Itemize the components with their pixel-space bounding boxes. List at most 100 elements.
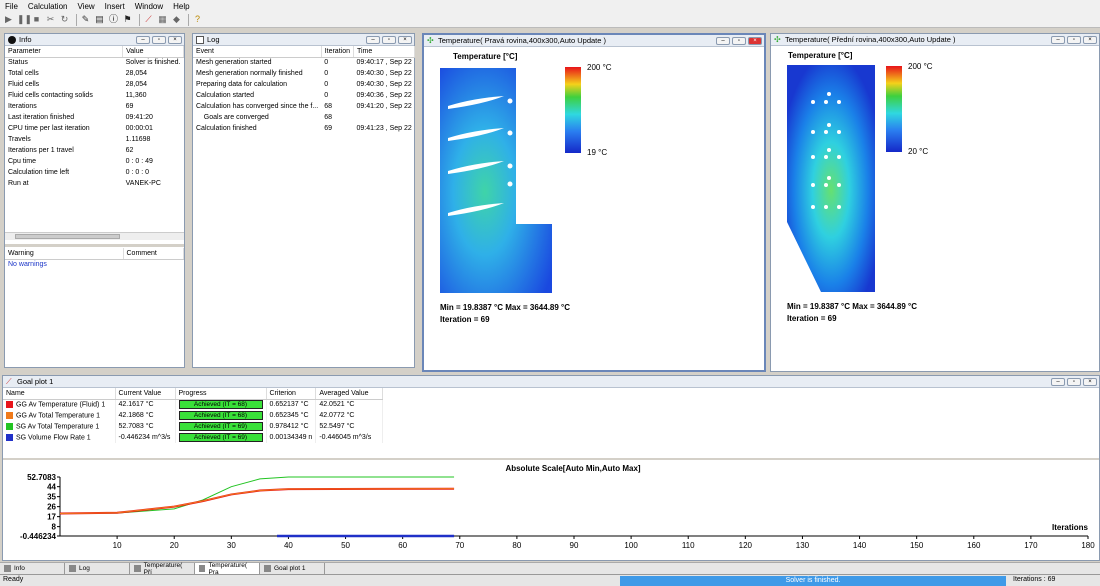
info-row[interactable]: Travels 1.11698 xyxy=(5,134,184,145)
close-button[interactable]: × xyxy=(1083,378,1097,386)
menu-calculation[interactable]: Calculation xyxy=(23,2,73,11)
col-warning[interactable]: Warning xyxy=(5,248,124,260)
info-row[interactable]: Fluid cells contacting solids 11,360 xyxy=(5,90,184,101)
info-row[interactable]: CPU time per last iteration 00:00:01 xyxy=(5,123,184,134)
col-iteration[interactable]: Iteration xyxy=(321,46,354,58)
goal-row[interactable]: GG Av Total Temperature 1 42.1868 °C Achie… xyxy=(3,410,383,421)
minimize-button[interactable]: – xyxy=(366,36,380,44)
col-current-value[interactable]: Current Value xyxy=(115,388,176,400)
close-button[interactable]: × xyxy=(398,36,412,44)
col-parameter[interactable]: Parameter xyxy=(5,46,124,58)
tab-3[interactable]: Temperature( Pra xyxy=(195,562,260,576)
stop-icon[interactable]: ■ xyxy=(31,14,42,25)
restore-button[interactable]: ▫ xyxy=(732,37,746,45)
menu-window[interactable]: Window xyxy=(130,2,168,11)
info-parameter: Last iteration finished xyxy=(8,114,75,121)
col-name[interactable]: Name xyxy=(3,388,116,400)
progress-bar: Achieved (IT = 68) xyxy=(178,400,263,410)
log-row[interactable]: Mesh generation normally finished 0 09:40:… xyxy=(193,68,415,79)
col-criterion[interactable]: Criterion xyxy=(266,388,317,400)
info-row[interactable]: Iterations per 1 travel 62 xyxy=(5,145,184,156)
flag-icon[interactable]: ⚑ xyxy=(122,14,133,25)
col-event[interactable]: Event xyxy=(193,46,322,58)
info-row[interactable]: Fluid cells 28,054 xyxy=(5,79,184,90)
series-line-2 xyxy=(59,488,455,515)
menu-file[interactable]: File xyxy=(0,2,23,11)
close-button[interactable]: × xyxy=(1083,36,1097,44)
info-parameter: Travels xyxy=(8,136,31,143)
menu-insert[interactable]: Insert xyxy=(100,2,130,11)
run-icon[interactable]: ▶ xyxy=(3,14,14,25)
x-tick-label: 90 xyxy=(570,541,579,550)
restore-button[interactable]: ▫ xyxy=(1067,36,1081,44)
log-row[interactable]: Goals are converged 68 xyxy=(193,112,415,123)
goal-averaged-value: 42.0521 °C xyxy=(315,399,383,410)
minimize-button[interactable]: – xyxy=(136,36,150,44)
y-tick-label: 8 xyxy=(52,523,57,532)
col-comment[interactable]: Comment xyxy=(123,248,184,260)
goal-row[interactable]: GG Av Temperature (Fluid) 1 42.1617 °C Ach… xyxy=(3,399,383,410)
restore-button[interactable]: ▫ xyxy=(1067,378,1081,386)
col-progress[interactable]: Progress xyxy=(175,388,267,400)
toolbar: ▶ ❚❚ ■ ✂ ↻ ✎ ▤ ⓘ ⚑ ⟋ ▦ ◆ ? xyxy=(0,12,1100,28)
minimize-button[interactable]: – xyxy=(1051,378,1065,386)
tab-1[interactable]: Log xyxy=(65,563,130,574)
log-row[interactable]: Preparing data for calculation 0 09:40:30 … xyxy=(193,79,415,90)
minimize-button[interactable]: – xyxy=(716,37,730,45)
menu-view[interactable]: View xyxy=(72,2,99,11)
pause-icon[interactable]: ❚❚ xyxy=(17,14,32,25)
goal-row[interactable]: SG Volume Flow Rate 1 -0.446234 m^3/s Achi… xyxy=(3,432,383,443)
progress-bar: Achieved (IT = 69) xyxy=(178,422,263,431)
log-row[interactable]: Calculation has converged since the f...… xyxy=(193,101,415,112)
col-averaged-value[interactable]: Averaged Value xyxy=(315,388,383,400)
info-scrollbar[interactable] xyxy=(5,232,184,240)
log-time: 09:40:17 , Sep 22 xyxy=(356,59,412,67)
col-value[interactable]: Value xyxy=(122,46,184,58)
restore-button[interactable]: ▫ xyxy=(382,36,396,44)
info-value: 0 : 0 : 49 xyxy=(125,158,153,165)
info-row[interactable]: Cpu time 0 : 0 : 49 xyxy=(5,156,184,167)
chart-title: Absolute Scale[Auto Min,Auto Max] xyxy=(505,464,640,473)
close-button[interactable]: × xyxy=(748,37,762,45)
tools-icon[interactable]: ✂ xyxy=(45,14,56,25)
info-value: 0 : 0 : 0 xyxy=(125,169,149,176)
info-row[interactable]: Run at VANEK-PC xyxy=(5,178,184,189)
goal-title: Goal plot 1 xyxy=(17,377,54,386)
log-row[interactable]: Mesh generation started 0 09:40:17 , Sep 2… xyxy=(193,57,415,68)
log-row[interactable]: Calculation finished 69 09:41:23 , Sep 22 xyxy=(193,123,415,134)
log-table: Event Iteration Time Mesh generation sta… xyxy=(193,46,416,134)
tab-2[interactable]: Temperature( Pří xyxy=(130,562,195,576)
goal-plot-icon[interactable]: ⟋ xyxy=(143,14,154,25)
log-row[interactable]: Calculation started 0 09:40:36 , Sep 22 xyxy=(193,90,415,101)
x-tick-label: 100 xyxy=(624,541,638,550)
menu-help[interactable]: Help xyxy=(168,2,194,11)
log-time xyxy=(353,112,414,123)
diamond-icon[interactable]: ◆ xyxy=(171,14,182,25)
info-row[interactable]: Last iteration finished 09:41:20 xyxy=(5,112,184,123)
document-icon[interactable]: ▤ xyxy=(94,14,105,25)
pin-icon[interactable]: ✎ xyxy=(80,14,91,25)
menu-bar: File Calculation View Insert Window Help xyxy=(0,0,1100,12)
info-value: VANEK-PC xyxy=(125,180,161,187)
info-row[interactable]: Calculation time left 0 : 0 : 0 xyxy=(5,167,184,178)
tab-4[interactable]: Goal plot 1 xyxy=(260,563,325,574)
colorbar-min: 20 °C xyxy=(908,147,928,156)
info-icon[interactable]: ⓘ xyxy=(108,14,119,25)
goal-name: GG Av Temperature (Fluid) 1 xyxy=(3,399,116,410)
goal-averaged-value: 42.0772 °C xyxy=(315,410,383,421)
help-icon[interactable]: ? xyxy=(192,14,203,25)
restore-button[interactable]: ▫ xyxy=(152,36,166,44)
info-row[interactable]: Status Solver is finished. xyxy=(5,57,184,68)
tab-0[interactable]: Info xyxy=(0,563,65,574)
table-icon[interactable]: ▦ xyxy=(157,14,168,25)
refresh-icon[interactable]: ↻ xyxy=(59,14,70,25)
goal-row[interactable]: SG Av Total Temperature 1 52.7083 °C Achie… xyxy=(3,421,383,432)
close-button[interactable]: × xyxy=(168,36,182,44)
info-row[interactable]: Total cells 28,054 xyxy=(5,68,184,79)
col-time[interactable]: Time xyxy=(353,46,416,58)
series-color-swatch xyxy=(6,422,13,430)
info-row[interactable]: Iterations 69 xyxy=(5,101,184,112)
status-bar: Ready Solver is finished. Iterations : 6… xyxy=(0,574,1100,586)
minimize-button[interactable]: – xyxy=(1051,36,1065,44)
info-value: 62 xyxy=(125,147,134,154)
